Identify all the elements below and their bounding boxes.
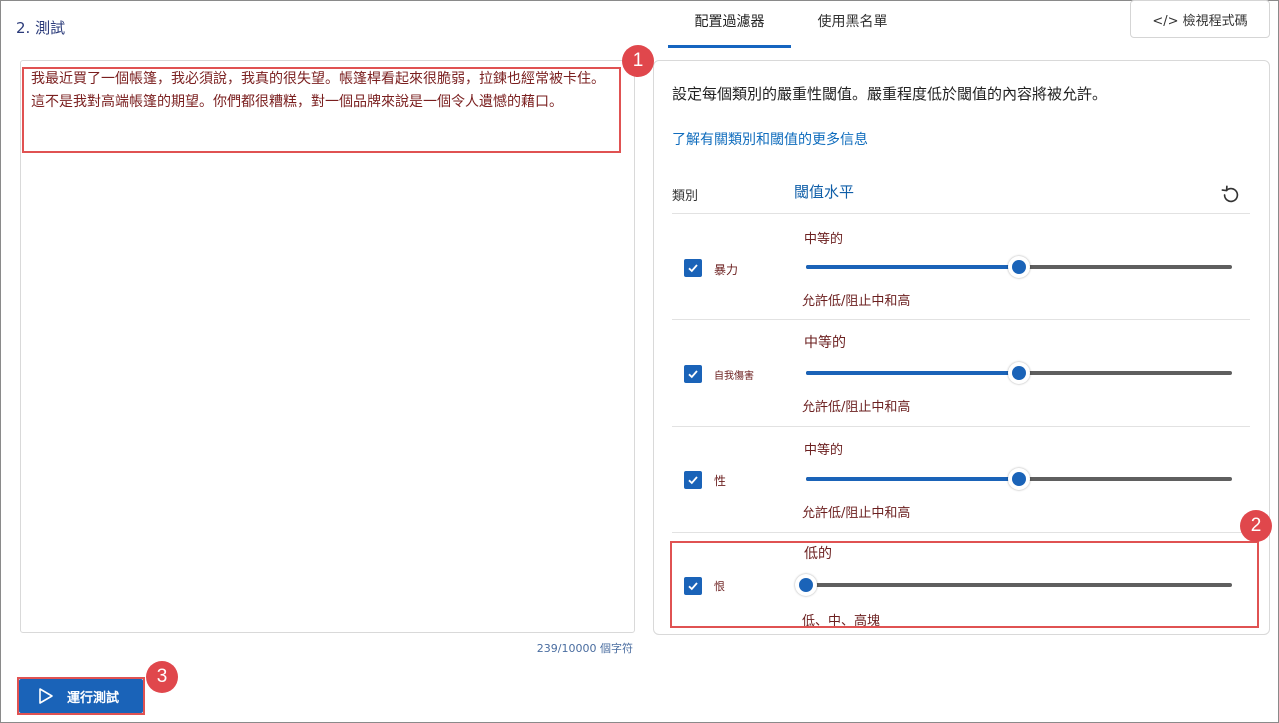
slider-thumb[interactable] bbox=[1008, 468, 1030, 490]
slider-fill bbox=[806, 371, 1019, 375]
header-threshold-level: 閾值水平 bbox=[794, 183, 855, 201]
slider-fill bbox=[806, 477, 1019, 481]
category-label: 自我傷害 bbox=[714, 371, 754, 382]
run-test-button[interactable]: 運行測試 bbox=[19, 679, 143, 713]
allow-label: 允許低/阻止中和高 bbox=[802, 400, 911, 415]
category-row-sexual: 中等的 性 允許低/阻止中和高 bbox=[654, 427, 1269, 533]
play-icon bbox=[39, 688, 53, 704]
checkbox-self-harm[interactable] bbox=[684, 365, 702, 383]
check-icon bbox=[688, 370, 698, 379]
run-test-label: 運行測試 bbox=[67, 690, 120, 706]
level-label: 中等的 bbox=[804, 335, 846, 351]
checkbox-sexual[interactable] bbox=[684, 471, 702, 489]
section-title: 2. 測試 bbox=[16, 19, 66, 37]
callout-badge-2: 2 bbox=[1240, 510, 1272, 542]
category-label: 暴力 bbox=[714, 263, 739, 277]
allow-label: 允許低/阻止中和高 bbox=[802, 506, 911, 521]
category-row-hate: 低的 恨 低、中、高塊 bbox=[654, 533, 1269, 634]
check-icon bbox=[688, 264, 698, 273]
allow-label: 低、中、高塊 bbox=[802, 614, 881, 629]
level-label: 中等的 bbox=[804, 232, 844, 247]
callout-badge-3: 3 bbox=[146, 661, 178, 693]
level-label: 中等的 bbox=[804, 443, 844, 458]
callout-badge-1: 1 bbox=[622, 45, 654, 77]
slider-thumb[interactable] bbox=[1008, 362, 1030, 384]
char-count: 239/10000 個字符 bbox=[536, 642, 633, 655]
view-code-button[interactable]: </> 檢視程式碼 bbox=[1130, 0, 1270, 38]
filter-config-panel: 設定每個類別的嚴重性閾值。嚴重程度低於閾值的內容將被允許。 了解有關類別和閾值的… bbox=[653, 60, 1270, 635]
threshold-slider-violence[interactable] bbox=[806, 256, 1232, 278]
check-icon bbox=[688, 476, 698, 485]
level-label: 低的 bbox=[804, 546, 832, 562]
allow-label: 允許低/阻止中和高 bbox=[802, 294, 911, 309]
filter-description: 設定每個類別的嚴重性閾值。嚴重程度低於閾值的內容將被允許。 bbox=[672, 85, 1108, 103]
threshold-slider-sexual[interactable] bbox=[806, 468, 1232, 490]
threshold-slider-hate[interactable] bbox=[795, 574, 1232, 596]
checkbox-violence[interactable] bbox=[684, 259, 702, 277]
category-row-self-harm: 中等的 自我傷害 允許低/阻止中和高 bbox=[654, 320, 1269, 426]
header-category: 類別 bbox=[672, 189, 699, 204]
category-label: 性 bbox=[714, 474, 727, 488]
slider-thumb[interactable] bbox=[1008, 256, 1030, 278]
check-icon bbox=[688, 582, 698, 591]
slider-fill bbox=[806, 265, 1019, 269]
test-input-area[interactable]: 我最近買了一個帳篷，我必須說，我真的很失望。帳篷桿看起來很脆弱，拉鍊也經常被卡住… bbox=[20, 60, 635, 633]
reset-icon[interactable] bbox=[1220, 184, 1242, 206]
learn-more-link[interactable]: 了解有關類別和閾值的更多信息 bbox=[672, 129, 868, 149]
test-text[interactable]: 我最近買了一個帳篷，我必須說，我真的很失望。帳篷桿看起來很脆弱，拉鍊也經常被卡住… bbox=[31, 68, 611, 114]
slider-thumb[interactable] bbox=[795, 574, 817, 596]
category-row-violence: 中等的 暴力 允許低/阻止中和高 bbox=[654, 214, 1269, 320]
view-code-label: </> 檢視程式碼 bbox=[1152, 13, 1248, 29]
tab-bar: 配置過濾器 使用黑名單 bbox=[668, 0, 914, 48]
checkbox-hate[interactable] bbox=[684, 577, 702, 595]
category-label: 恨 bbox=[714, 580, 725, 593]
tab-use-blocklist[interactable]: 使用黑名單 bbox=[791, 0, 914, 48]
slider-track bbox=[806, 583, 1232, 587]
tab-configure-filters[interactable]: 配置過濾器 bbox=[668, 0, 791, 48]
threshold-slider-self-harm[interactable] bbox=[806, 362, 1232, 384]
